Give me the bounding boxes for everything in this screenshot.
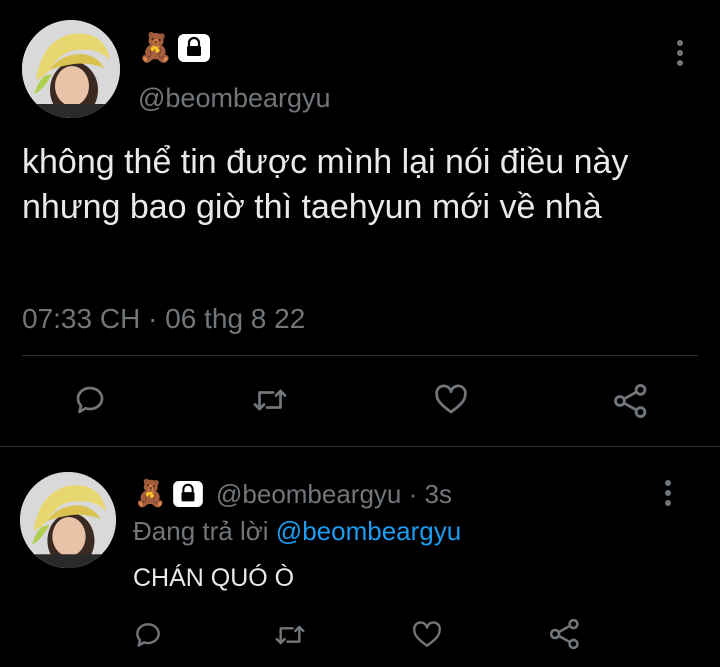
divider <box>0 446 720 447</box>
replying-prefix: Đang trả lời <box>133 516 269 546</box>
time-separator: · <box>408 479 418 509</box>
like-icon[interactable] <box>408 617 446 653</box>
replying-to-link[interactable]: @beombeargyu <box>276 516 461 546</box>
reply-icon[interactable] <box>130 617 166 653</box>
handle[interactable]: @beombeargyu <box>138 82 331 114</box>
more-icon[interactable] <box>668 38 692 68</box>
reply-handle[interactable]: @beombeargyu <box>216 479 401 509</box>
reply-meta: @beombeargyu · 3s <box>216 478 452 510</box>
bear-emoji: 🧸 <box>138 32 173 63</box>
bear-emoji: 🧸 <box>134 478 167 508</box>
tweet-text: không thể tin được mình lại nói điều này… <box>22 143 629 226</box>
like-icon[interactable] <box>430 380 472 420</box>
more-icon[interactable] <box>656 478 680 508</box>
reply-text: CHÁN QUÓ Ò <box>133 564 295 592</box>
divider <box>22 355 698 356</box>
lock-icon <box>173 481 203 512</box>
share-icon[interactable] <box>546 615 584 653</box>
reply-age[interactable]: 3s <box>425 479 452 509</box>
lock-icon <box>178 34 210 67</box>
share-icon[interactable] <box>610 380 652 422</box>
tweet-timestamp[interactable]: 07:33 CH · 06 thg 8 22 <box>22 302 305 336</box>
reply-avatar[interactable] <box>20 472 116 568</box>
avatar[interactable] <box>22 20 120 118</box>
retweet-icon[interactable] <box>270 617 310 653</box>
replying-to: Đang trả lời @beombeargyu <box>133 514 461 548</box>
retweet-icon[interactable] <box>248 380 292 420</box>
reply-icon[interactable] <box>70 380 110 420</box>
